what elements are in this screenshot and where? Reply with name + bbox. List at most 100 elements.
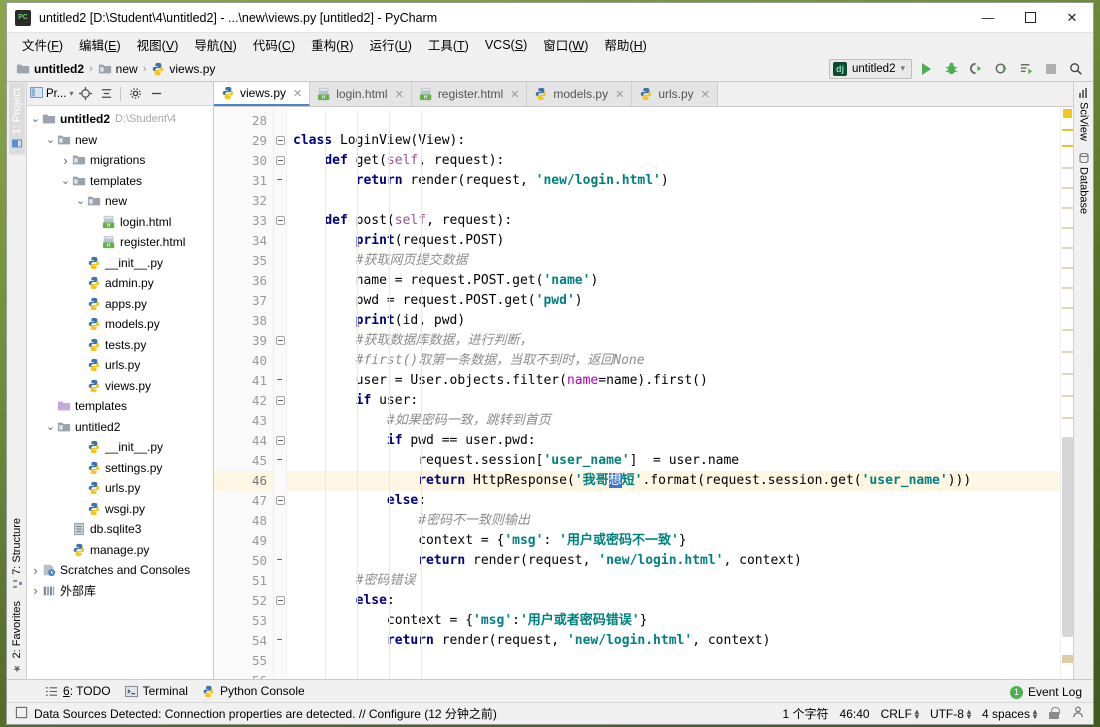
tree-node[interactable]: ⌄ new [27,130,213,151]
tool-window-6--todo[interactable]: 6: TODO [45,684,111,698]
fold-marker[interactable] [276,456,285,465]
editor-tab-urls-py[interactable]: urls.py ✕ [632,82,718,106]
line-number[interactable]: 52 [214,591,273,611]
tree-node[interactable]: ⌄ templates [27,171,213,192]
fold-marker[interactable] [276,136,285,145]
tree-node[interactable]: models.py [27,314,213,335]
breadcrumb-item-new[interactable]: new [95,61,141,77]
line-number[interactable]: 42 [214,391,273,411]
editor-tab-register-html[interactable]: Hregister.html ✕ [411,82,528,106]
scrollbar-thumb[interactable] [1062,437,1073,637]
tree-node[interactable]: apps.py [27,294,213,315]
run-button[interactable] [915,58,937,80]
tree-node[interactable]: templates [27,396,213,417]
run-coverage-button[interactable] [965,58,987,80]
code-folding-column[interactable] [274,107,287,679]
tree-node[interactable]: ⌄ untitled2 [27,417,213,438]
chevron-down-icon[interactable]: ⌄ [59,175,72,186]
code-line[interactable]: #first()取第一条数据，当取不到时，返回None [287,351,1060,371]
code-line[interactable]: return render(request, 'new/login.html',… [287,551,1060,571]
code-line[interactable]: request.session['user_name'] = user.name [287,451,1060,471]
editor-tab-views-py[interactable]: views.py ✕ [214,82,311,106]
fold-marker[interactable] [276,376,285,385]
line-number[interactable]: 44 [214,431,273,451]
code-line[interactable]: #获取数据库数据，进行判断， [287,331,1060,351]
line-number[interactable]: 35 [214,251,273,271]
code-line[interactable]: return render(request, 'new/login.html',… [287,631,1060,651]
fold-marker[interactable] [276,556,285,565]
line-number[interactable]: 36 [214,271,273,291]
line-number[interactable]: 37 [214,291,273,311]
tree-node[interactable]: urls.py [27,355,213,376]
code-line[interactable]: def get(self, request): [287,151,1060,171]
line-number[interactable]: 53 [214,611,273,631]
run-with-console-button[interactable] [1015,58,1037,80]
tree-node[interactable]: ⌄ untitled2 D:\Student\4 [27,109,213,130]
code-content[interactable]: class LoginView(View): def get(self, req… [287,107,1060,679]
fold-marker[interactable] [276,336,285,345]
menu-item-3[interactable]: 导航(N) [187,32,243,57]
close-icon[interactable]: ✕ [701,88,710,101]
line-number[interactable]: 54 [214,631,291,651]
line-number[interactable]: 55 [214,651,273,671]
profile-button[interactable] [990,58,1012,80]
fold-marker[interactable] [276,216,285,225]
code-line[interactable]: def post(self, request): [287,211,1060,231]
tool-window-python-console[interactable]: Python Console [202,684,305,698]
code-line[interactable]: return HttpResponse('我哥想短'.format(reques… [287,471,1060,491]
chevron-right-icon[interactable]: › [29,563,42,578]
close-icon[interactable]: ✕ [293,87,302,100]
close-icon[interactable]: ✕ [510,88,519,101]
code-line[interactable] [287,111,1060,131]
line-number[interactable]: 46 [214,471,273,491]
code-line[interactable] [287,191,1060,211]
breadcrumb-item-untitled2[interactable]: untitled2 [13,61,87,77]
menu-item-2[interactable]: 视图(V) [130,32,186,57]
code-line[interactable] [287,651,1060,671]
indent-setting[interactable]: 4 spaces ▴ ▾ [982,707,1037,721]
code-line[interactable]: class LoginView(View): [287,131,1060,151]
code-line[interactable]: pwd = request.POST.get('pwd') [287,291,1060,311]
editor-scrollbar[interactable] [1060,107,1073,679]
fold-marker[interactable] [276,436,285,445]
line-number[interactable]: 50 [214,551,291,571]
line-number[interactable]: 31 [214,171,291,191]
sidebar-item-database[interactable]: Database [1076,147,1092,220]
line-separator[interactable]: CRLF ▴ ▾ [881,707,919,721]
sidebar-item-project[interactable]: 1: Project [8,82,25,155]
code-line[interactable]: #密码不一致则输出 [287,511,1060,531]
line-number[interactable]: 49 [214,531,273,551]
tree-node[interactable]: tests.py [27,335,213,356]
menu-item-6[interactable]: 运行(U) [362,32,418,57]
menu-item-9[interactable]: 窗口(W) [536,32,595,57]
menu-item-0[interactable]: 文件(F) [15,32,70,57]
tree-node[interactable]: admin.py [27,273,213,294]
line-number[interactable]: 34 [214,231,273,251]
menu-item-10[interactable]: 帮助(H) [597,32,653,57]
close-icon[interactable]: ✕ [615,88,624,101]
code-line[interactable]: if pwd == user.pwd: [287,431,1060,451]
tree-node[interactable]: urls.py [27,478,213,499]
event-log-button[interactable]: 1 Event Log [1007,684,1084,700]
editor-tab-login-html[interactable]: Hlogin.html ✕ [310,82,412,106]
code-line[interactable] [287,671,1060,679]
line-number[interactable]: 43 [214,411,273,431]
debug-button[interactable] [940,58,962,80]
tree-node[interactable]: ⌄ new [27,191,213,212]
chevron-down-icon[interactable]: ⌄ [44,134,57,145]
file-encoding[interactable]: UTF-8 ▴ ▾ [930,707,971,721]
code-line[interactable]: name = request.POST.get('name') [287,271,1060,291]
close-icon[interactable]: ✕ [395,88,404,101]
line-number[interactable]: 30 [214,151,273,171]
sidebar-item-structure[interactable]: 7: Structure [9,512,25,595]
chevron-right-icon[interactable]: › [29,583,42,598]
menu-item-5[interactable]: 重构(R) [304,32,360,57]
tree-node[interactable]: wsgi.py [27,499,213,520]
line-number[interactable]: 28 [214,111,273,131]
run-configuration-selector[interactable]: dj untitled2 ▾ [828,58,912,79]
tree-node[interactable]: views.py [27,376,213,397]
code-line[interactable]: #获取网页提交数据 [287,251,1060,271]
code-line[interactable]: if user: [287,391,1060,411]
sidebar-item-favorites[interactable]: ★ 2: Favorites [9,595,25,679]
tree-node[interactable]: db.sqlite3 [27,519,213,540]
